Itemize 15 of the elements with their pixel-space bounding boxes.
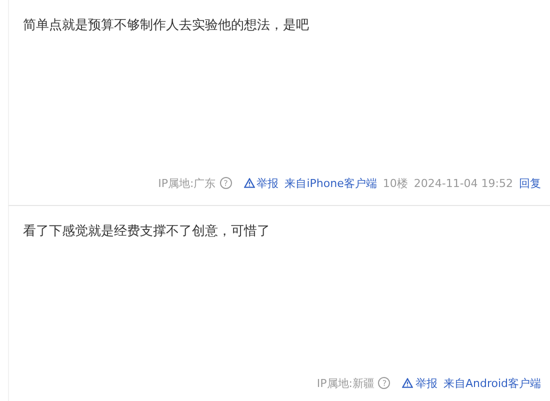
post-text: 看了下感觉就是经费支撑不了创意，可惜了 <box>23 223 271 241</box>
warning-icon <box>244 178 255 188</box>
client-source: 来自iPhone客户端 <box>284 176 377 190</box>
help-icon[interactable]: ? <box>220 177 232 189</box>
ip-location: IP属地:新疆 <box>316 376 374 390</box>
post-time: 2024-11-04 19:52 <box>414 176 513 190</box>
reply-link[interactable]: 回复 <box>519 176 541 190</box>
report-link[interactable]: 举报 <box>402 376 438 390</box>
ip-location: IP属地:广东 <box>158 176 216 190</box>
post-text: 简单点就是预算不够制作人去实验他的想法，是吧 <box>23 17 310 35</box>
help-icon[interactable]: ? <box>378 377 390 389</box>
client-source: 来自Android客户端 <box>443 376 541 390</box>
warning-icon <box>402 378 414 388</box>
floor-number: 10楼 <box>382 176 408 190</box>
report-link[interactable]: 举报 <box>244 176 279 190</box>
